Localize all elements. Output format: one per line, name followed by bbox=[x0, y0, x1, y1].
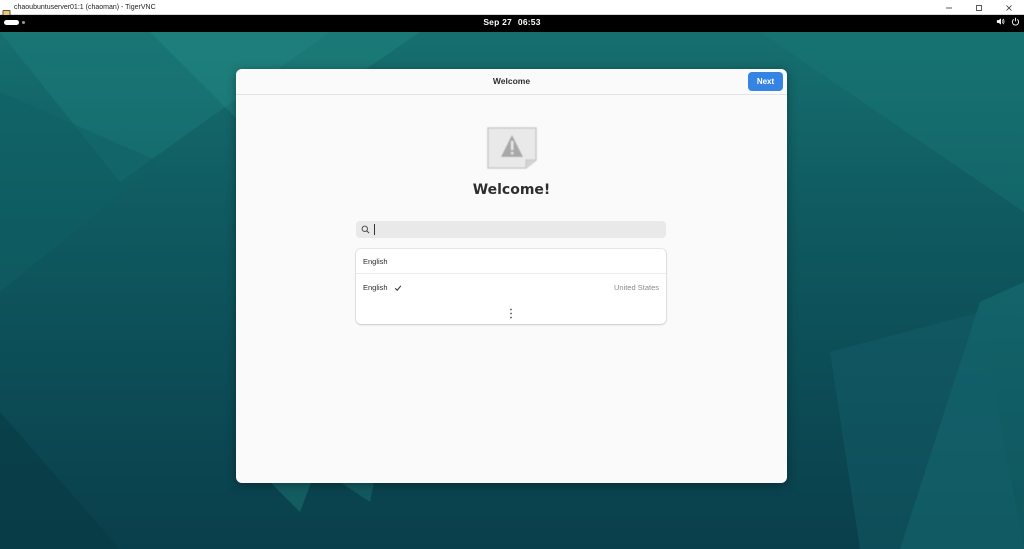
window-title: chaoubuntuserver01:1 (chaoman) - TigerVN… bbox=[14, 3, 156, 11]
next-button[interactable]: Next bbox=[748, 72, 783, 91]
language-row-english[interactable]: English bbox=[356, 249, 666, 274]
close-icon bbox=[1006, 4, 1012, 11]
language-search[interactable] bbox=[356, 221, 666, 238]
minimize-button[interactable] bbox=[934, 0, 964, 15]
search-icon bbox=[361, 225, 370, 234]
window-controls bbox=[934, 0, 1024, 15]
clock-time: 06:53 bbox=[517, 17, 541, 27]
language-row-english-us[interactable]: English United States bbox=[356, 275, 666, 300]
close-button[interactable] bbox=[994, 0, 1024, 15]
gnome-top-bar: Sep 27 06:53 bbox=[0, 15, 1024, 32]
window-titlebar: chaoubuntuserver01:1 (chaoman) - TigerVN… bbox=[0, 0, 1024, 17]
welcome-heading: Welcome! bbox=[472, 182, 551, 198]
clock-date: Sep 27 bbox=[483, 17, 512, 27]
volume-icon bbox=[996, 18, 1005, 25]
system-tray[interactable] bbox=[996, 17, 1020, 26]
minimize-icon bbox=[946, 7, 952, 8]
language-region: United States bbox=[613, 283, 659, 292]
power-icon bbox=[1011, 17, 1020, 26]
language-name: English bbox=[363, 283, 388, 292]
language-name: English bbox=[363, 256, 388, 266]
language-list: English English United States bbox=[356, 249, 666, 324]
clock-button[interactable]: Sep 27 06:53 bbox=[0, 17, 1024, 27]
dialog-header: Welcome Next bbox=[236, 69, 787, 95]
tigervnc-icon bbox=[2, 3, 11, 17]
text-caret bbox=[374, 224, 375, 235]
more-vertical-icon[interactable] bbox=[509, 308, 513, 319]
maximize-button[interactable] bbox=[964, 0, 994, 15]
welcome-dialog: Welcome Next Welcome! English English Un… bbox=[236, 69, 787, 483]
warning-icon bbox=[487, 127, 537, 169]
maximize-icon bbox=[976, 4, 982, 11]
checkmark-icon bbox=[394, 284, 401, 291]
search-input[interactable] bbox=[373, 222, 666, 237]
dialog-title: Welcome bbox=[492, 76, 531, 86]
